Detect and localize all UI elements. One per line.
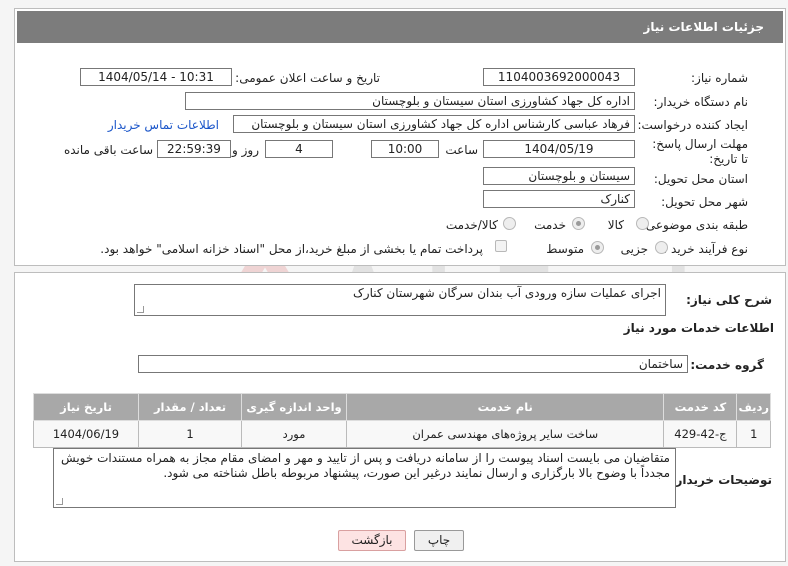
services-table: ردیف کد خدمت نام خدمت واحد اندازه گیری ت… — [33, 393, 771, 448]
hour-label: ساعت — [445, 143, 478, 157]
buyer-org-field: اداره کل جهاد کشاورزی استان سیستان و بلو… — [185, 92, 635, 110]
treasury-note: پرداخت تمام یا بخشی از مبلغ خرید،از محل … — [100, 242, 483, 256]
buyer-notes-textarea[interactable]: متقاضیان می بایست اسناد پیوست را از ساما… — [53, 448, 676, 508]
days-field: 4 — [265, 140, 333, 158]
category-goods-service-radio[interactable] — [503, 217, 516, 230]
category-goods-service-label: کالا/خدمت — [445, 218, 498, 232]
print-button[interactable]: چاپ — [414, 530, 464, 551]
table-header-row: ردیف کد خدمت نام خدمت واحد اندازه گیری ت… — [33, 393, 771, 421]
treasury-checkbox[interactable] — [495, 240, 507, 252]
general-desc-label: شرح کلی نیاز: — [686, 293, 772, 307]
remaining-time-field: 22:59:39 — [157, 140, 231, 158]
resize-handle-icon[interactable] — [137, 306, 144, 313]
need-number-label: شماره نیاز: — [691, 71, 748, 85]
category-goods-label: کالا — [607, 218, 624, 232]
col-date: تاریخ نیاز — [33, 393, 139, 421]
cell-name: ساخت سایر پروژه‌های مهندسی عمران — [345, 420, 665, 448]
col-qty: تعداد / مقدار — [138, 393, 242, 421]
province-label: استان محل تحویل: — [653, 172, 748, 186]
purchase-minor-label: جزیی — [620, 242, 648, 256]
purchase-type-label: نوع فرآیند خرید : — [663, 242, 748, 256]
general-desc-text: اجرای عملیات سازه ورودی آب بندان سرگان ش… — [353, 286, 661, 300]
col-row: ردیف — [736, 393, 771, 421]
cell-unit: مورد — [241, 420, 347, 448]
purchase-medium-label: متوسط — [546, 242, 584, 256]
col-unit: واحد اندازه گیری — [241, 393, 347, 421]
day-and-label: روز و — [232, 143, 259, 157]
cell-code: ج-42-429 — [663, 420, 738, 448]
table-row[interactable]: 1 ج-42-429 ساخت سایر پروژه‌های مهندسی عم… — [33, 420, 771, 448]
page-title: جزئیات اطلاعات نیاز — [643, 20, 764, 34]
deadline-time-field: 10:00 — [371, 140, 439, 158]
cell-qty: 1 — [138, 420, 242, 448]
city-field: کنارک — [483, 190, 635, 208]
buyer-notes-text: متقاضیان می بایست اسناد پیوست را از ساما… — [61, 451, 670, 480]
category-service-radio[interactable] — [572, 217, 585, 230]
service-group-label: گروه خدمت: — [690, 358, 764, 372]
col-code: کد خدمت — [663, 393, 738, 421]
city-label: شهر محل تحویل: — [661, 195, 748, 209]
requester-field: فرهاد عباسی کارشناس اداره کل جهاد کشاورز… — [233, 115, 635, 133]
deadline-label: مهلت ارسال پاسخ: تا تاریخ: — [652, 137, 748, 166]
general-desc-textarea[interactable]: اجرای عملیات سازه ورودی آب بندان سرگان ش… — [134, 284, 666, 316]
announce-datetime-field: 1404/05/14 - 10:31 — [80, 68, 232, 86]
resize-handle-icon[interactable] — [56, 498, 63, 505]
announce-datetime-label: تاریخ و ساعت اعلان عمومی: — [235, 71, 380, 85]
category-goods-radio[interactable] — [636, 217, 649, 230]
buyer-org-label: نام دستگاه خریدار: — [653, 95, 749, 109]
back-button[interactable]: بازگشت — [338, 530, 406, 551]
service-group-field: ساختمان — [138, 355, 688, 373]
contact-buyer-link[interactable]: اطلاعات تماس خریدار — [108, 117, 219, 133]
col-name: نام خدمت — [345, 393, 665, 421]
buyer-notes-label: توضیحات خریدار: — [670, 473, 772, 487]
category-label: طبقه بندی موضوعی: — [641, 218, 748, 232]
purchase-minor-radio[interactable] — [655, 241, 668, 254]
category-service-label: خدمت — [534, 218, 566, 232]
deadline-date-field: 1404/05/19 — [483, 140, 635, 158]
cell-date: 1404/06/19 — [33, 420, 139, 448]
province-field: سیستان و بلوچستان — [483, 167, 635, 185]
requester-label: ایجاد کننده درخواست: — [637, 118, 748, 132]
cell-row: 1 — [736, 420, 771, 448]
purchase-medium-radio[interactable] — [591, 241, 604, 254]
services-info-heading: اطلاعات خدمات مورد نیاز — [623, 321, 774, 335]
need-number-field: 1104003692000043 — [483, 68, 635, 86]
hours-remaining-label: ساعت باقی مانده — [63, 143, 153, 157]
